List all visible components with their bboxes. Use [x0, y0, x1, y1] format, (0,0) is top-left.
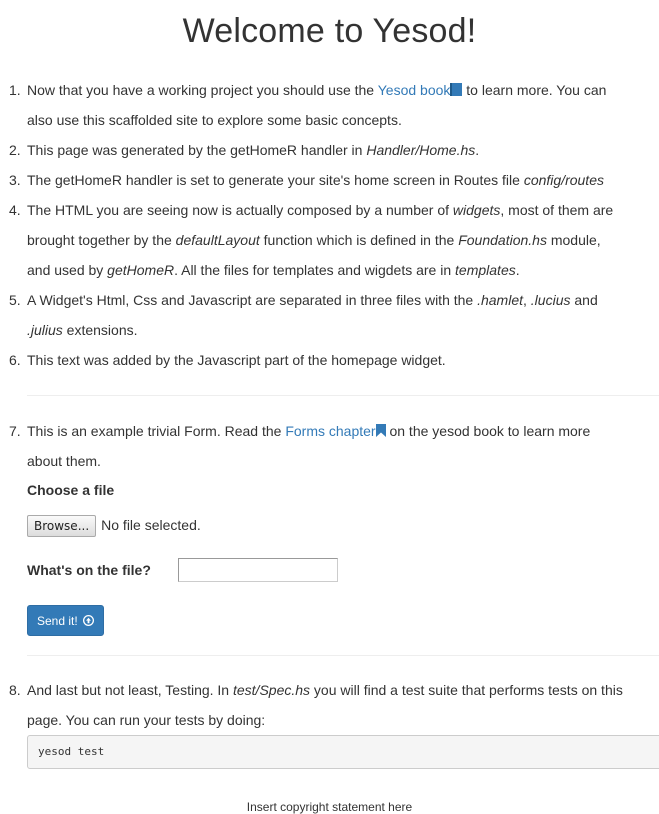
item-emphasis: test/Spec.hs: [232, 682, 311, 698]
item-text: This page was generated by the getHomeR …: [27, 142, 367, 158]
item-text: function which is defined in the: [259, 232, 459, 248]
item-number: 7.: [9, 423, 21, 439]
item-text: A Widget's Html, Css and Javascript are …: [27, 292, 478, 308]
item-emphasis: getHomeR: [107, 262, 175, 278]
item-emphasis: .lucius: [530, 292, 571, 308]
list-item-1: 1. Now that you have a working project y…: [9, 75, 659, 135]
item-number: 1.: [9, 82, 21, 98]
item-text: to learn more. You can: [462, 82, 607, 98]
code-block: yesod test: [27, 735, 659, 769]
list-item-2: 2. This page was generated by the getHom…: [9, 135, 659, 165]
list-item-3: 3. The getHomeR handler is set to genera…: [9, 165, 659, 195]
item-emphasis: .julius: [27, 322, 63, 338]
bookmark-icon: [375, 424, 386, 437]
item-text: on the yesod book to learn more: [385, 423, 591, 439]
item-text: and used by: [27, 262, 108, 278]
item-text: also use this scaffolded site to explore…: [27, 112, 402, 128]
item-text: brought together by the: [27, 232, 176, 248]
list-item-5: 5. A Widget's Html, Css and Javascript a…: [9, 285, 659, 345]
section-divider: [27, 395, 659, 396]
item-text: Now that you have a working project you …: [27, 82, 378, 98]
item-number: 6.: [9, 352, 21, 368]
section-divider: [27, 655, 659, 656]
item-number: 2.: [9, 142, 21, 158]
item-emphasis: Foundation.hs: [458, 232, 547, 248]
item-emphasis: defaultLayout: [175, 232, 260, 248]
yesod-book-link[interactable]: Yesod book: [378, 82, 463, 98]
item-text: . All the files for templates and wigdet…: [174, 262, 456, 278]
browse-button[interactable]: Browse...: [27, 515, 97, 537]
intro-list: 1. Now that you have a working project y…: [9, 75, 659, 375]
forms-chapter-link[interactable]: Forms chapter: [285, 423, 386, 439]
upload-circle-icon: [83, 614, 95, 627]
item-text: about them.: [27, 453, 101, 469]
item-text: The getHomeR handler is set to generate …: [27, 172, 524, 188]
testing-section: 8. And last but not least, Testing. In t…: [9, 675, 659, 735]
item-number: 5.: [9, 292, 21, 308]
item-text: The HTML you are seeing now is actually …: [27, 202, 453, 218]
item-text: .: [515, 262, 520, 278]
footer-copyright: Insert copyright statement here: [246, 800, 413, 814]
item-text: ,: [523, 292, 531, 308]
page-title: Welcome to Yesod!: [182, 12, 477, 50]
list-item-4: 4. The HTML you are seeing now is actual…: [9, 195, 659, 285]
file-label: Choose a file: [27, 482, 115, 498]
send-button-label: Send it!: [37, 614, 78, 628]
item-text: page. You can run your tests by doing:: [27, 712, 266, 728]
send-button[interactable]: Send it!: [27, 605, 105, 636]
item-text: And last but not least, Testing. In: [27, 682, 233, 698]
item-text: , most of them are: [500, 202, 614, 218]
item-text: This is an example trivial Form. Read th…: [27, 423, 286, 439]
item-text: module,: [546, 232, 601, 248]
list-item-7: 7. This is an example trivial Form. Read…: [9, 416, 659, 476]
file-input[interactable]: Browse... No file selected.: [27, 515, 201, 537]
item-emphasis: widgets: [452, 202, 501, 218]
item-text: and: [570, 292, 598, 308]
list-item-8: 8. And last but not least, Testing. In t…: [9, 675, 659, 735]
item-emphasis: templates: [455, 262, 516, 278]
page: Welcome to Yesod! 1. Now that you have a…: [0, 0, 659, 814]
item-number: 8.: [9, 682, 21, 698]
list-item-6: 6. This text was added by the Javascript…: [9, 345, 659, 375]
item-emphasis: .hamlet: [477, 292, 524, 308]
item-emphasis: Handler/Home.hs: [366, 142, 476, 158]
no-file-text: No file selected.: [101, 517, 201, 533]
item-text: you will find a test suite that performs…: [310, 682, 623, 698]
item-text: .: [475, 142, 480, 158]
item-text: extensions.: [62, 322, 138, 338]
item-text: This text was added by the Javascript pa…: [27, 352, 446, 368]
item-emphasis: config/routes: [523, 172, 604, 188]
form-section: 7. This is an example trivial Form. Read…: [9, 416, 659, 476]
text-field-input[interactable]: [178, 558, 338, 582]
item-number: 4.: [9, 202, 21, 218]
item-number: 3.: [9, 172, 21, 188]
text-field-label: What's on the file?: [27, 562, 151, 578]
book-icon: [450, 83, 463, 96]
